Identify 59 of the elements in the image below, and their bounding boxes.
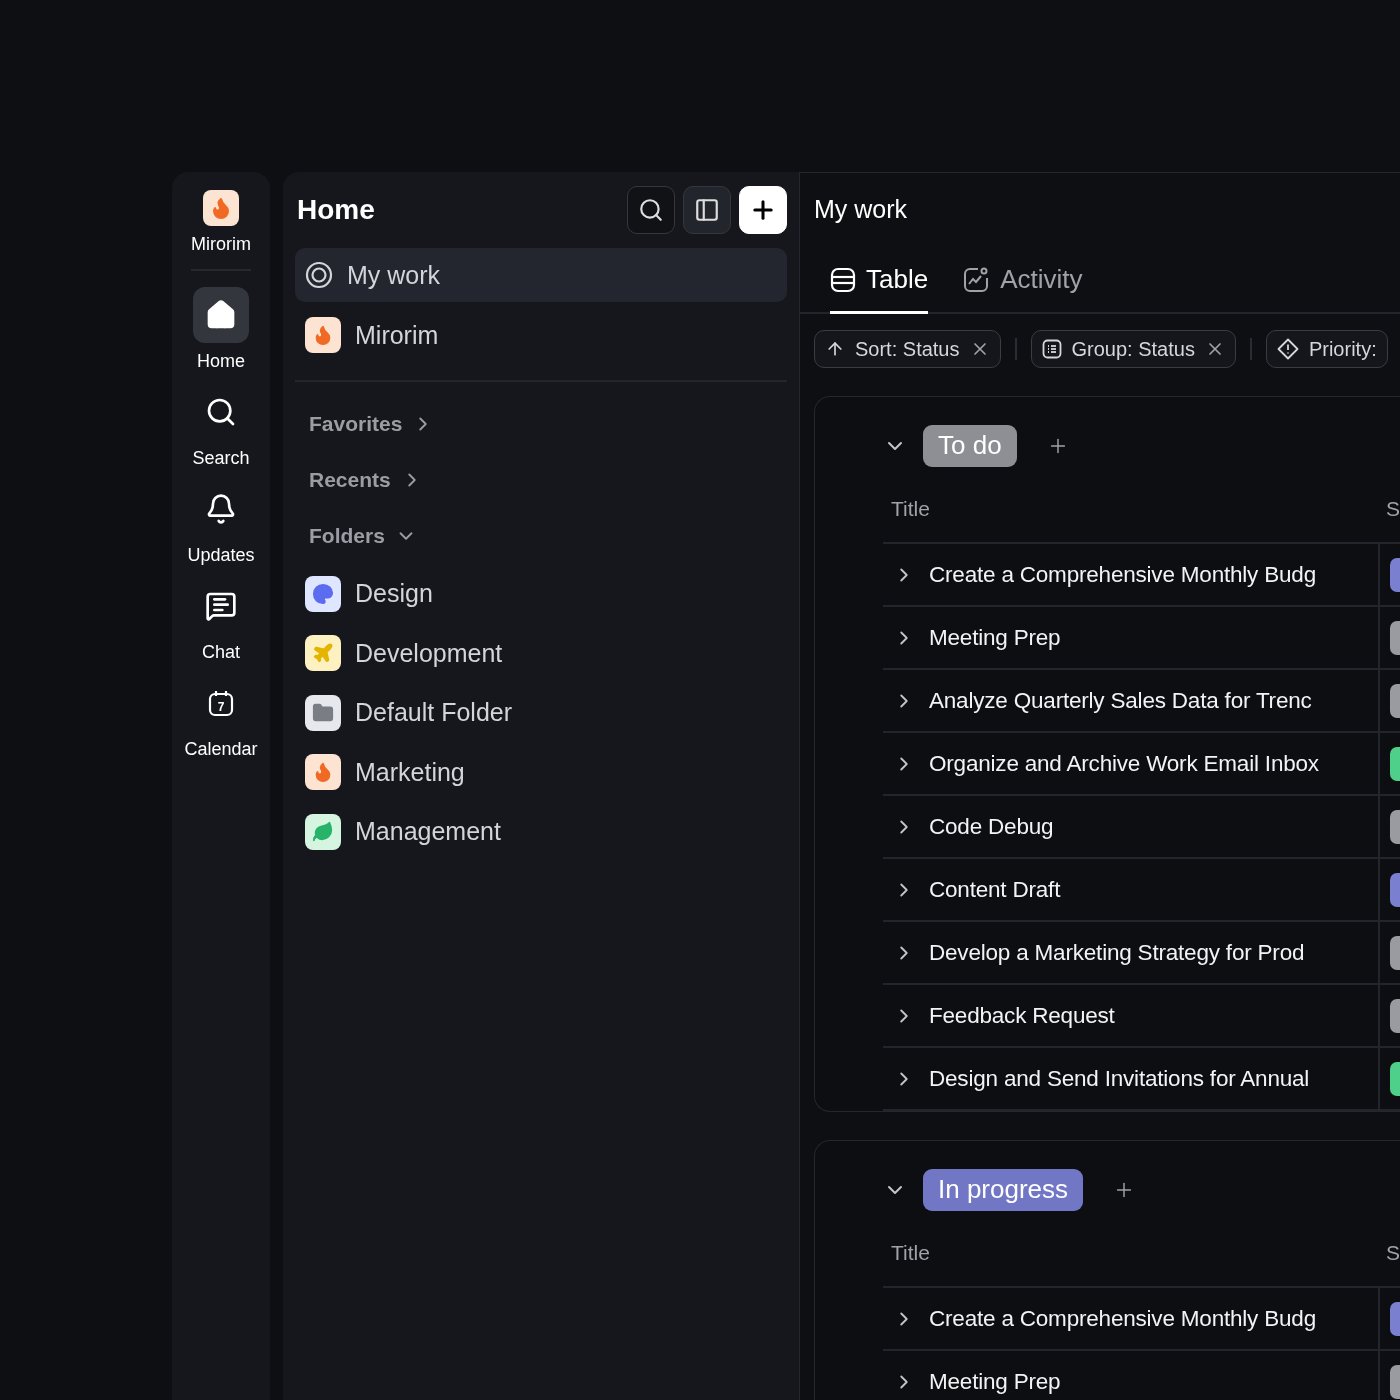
task-title: Meeting Prep xyxy=(929,624,1061,651)
rail-button[interactable]: 7 xyxy=(193,675,249,731)
section-header[interactable]: Recents xyxy=(295,452,787,508)
search-icon xyxy=(205,396,237,428)
brand-label: Mirorim xyxy=(191,234,251,255)
status-pill: To do xyxy=(923,424,1017,467)
task-title: Design and Send Invitations for Annual xyxy=(929,1065,1310,1092)
column-header: Title xyxy=(891,497,930,521)
view-tab[interactable]: Table xyxy=(830,264,929,314)
task-title: Meeting Prep xyxy=(929,1368,1061,1395)
column-header: S xyxy=(1386,1241,1400,1265)
chat-icon xyxy=(205,590,237,622)
folder-item[interactable]: Default Folder xyxy=(295,683,787,743)
column-header: S xyxy=(1386,497,1400,521)
task-title: Organize and Archive Work Email Inbox xyxy=(929,750,1319,777)
brand-logo-icon xyxy=(203,190,239,226)
add-button[interactable] xyxy=(739,186,787,234)
filter-chip[interactable]: Priority: xyxy=(1265,330,1388,368)
folder-item[interactable]: Management xyxy=(295,802,787,862)
sidebar-title: Home xyxy=(297,194,375,226)
task-title: Feedback Request xyxy=(929,1002,1115,1029)
task-title: Content Draft xyxy=(929,876,1061,903)
nav-item[interactable]: My work xyxy=(295,248,787,302)
folder-item[interactable]: Marketing xyxy=(295,742,787,802)
rail-label: Search xyxy=(192,448,250,469)
section-header[interactable]: Favorites xyxy=(295,396,787,452)
panel-toggle-button[interactable] xyxy=(683,186,731,234)
filter-chip[interactable]: Sort: Status xyxy=(814,330,1001,368)
folder-item[interactable]: Design xyxy=(295,564,787,624)
folder-item[interactable]: Development xyxy=(295,623,787,683)
search-button[interactable] xyxy=(627,186,675,234)
section-header[interactable]: Folders xyxy=(295,508,787,564)
priority-icon xyxy=(1276,338,1299,360)
table-icon xyxy=(830,266,856,293)
brand-item[interactable]: Mirorim xyxy=(191,190,251,255)
home-icon xyxy=(205,299,237,331)
filter-chip[interactable]: Group: Status xyxy=(1030,330,1236,368)
task-title: Analyze Quarterly Sales Data for Trenc xyxy=(929,687,1312,714)
rail-label: Chat xyxy=(202,642,240,663)
chart-icon xyxy=(962,265,991,294)
search-icon xyxy=(638,197,664,223)
nav-item[interactable]: Mirorim xyxy=(295,308,787,362)
task-title: Create a Comprehensive Monthly Budg xyxy=(929,1305,1316,1332)
rail-label: Calendar xyxy=(184,739,258,760)
page-title: My work xyxy=(814,195,909,224)
status-pill: In progress xyxy=(923,1168,1084,1211)
sidebar-panel-icon xyxy=(694,197,720,223)
list-icon xyxy=(1041,339,1062,359)
rail-label: Updates xyxy=(187,545,255,566)
rail-label: Home xyxy=(197,351,245,372)
flame-icon xyxy=(305,317,341,353)
task-title: Code Debug xyxy=(929,813,1054,840)
view-tab[interactable]: Activity xyxy=(962,264,1083,314)
column-header: Title xyxy=(891,1241,930,1265)
task-title: Develop a Marketing Strategy for Prod xyxy=(929,939,1305,966)
bell-icon xyxy=(205,493,237,525)
target-icon xyxy=(305,261,333,289)
rail-button[interactable] xyxy=(193,287,249,343)
task-title: Create a Comprehensive Monthly Budg xyxy=(929,561,1316,588)
